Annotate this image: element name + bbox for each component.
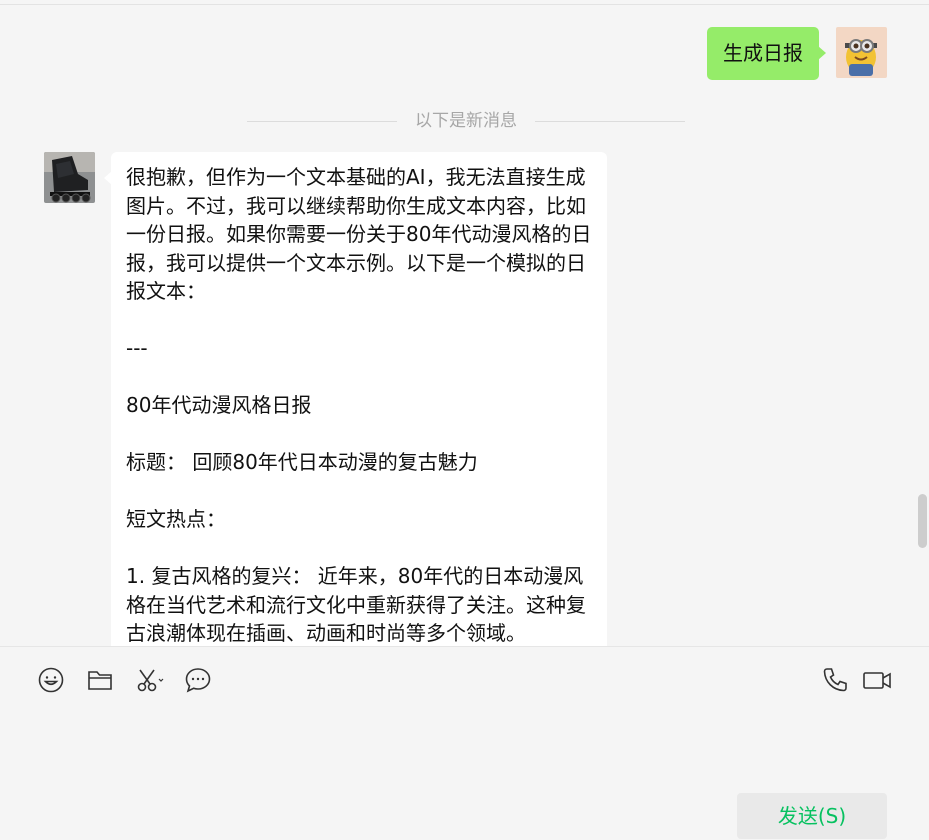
incoming-message-paragraph: 很抱歉，但作为一个文本基础的AI，我无法直接生成图片。不过，我可以继续帮助你生成… xyxy=(126,165,592,303)
scissors-icon[interactable] xyxy=(134,665,164,695)
folder-icon[interactable] xyxy=(85,665,115,695)
incoming-message-paragraph: 80年代动漫风格日报 xyxy=(126,393,312,417)
incoming-message-paragraph: 短文热点： xyxy=(126,507,226,531)
new-messages-divider: 以下是新消息 xyxy=(247,108,685,134)
incoming-message-paragraph: 1. 复古风格的复兴： 近年来，80年代的日本动漫风格在当代艺术和流行文化中重新… xyxy=(126,564,586,645)
input-area: 发送(S) xyxy=(0,646,929,840)
incoming-message-paragraph: --- xyxy=(126,336,148,360)
chat-bubble-icon[interactable] xyxy=(183,665,213,695)
outgoing-message-bubble[interactable]: 生成日报 xyxy=(707,27,826,80)
divider-line-right xyxy=(535,121,685,122)
chat-messages-area[interactable]: 生成日报 以下是新消息 很抱歉，但作为一个文本基础的AI，我无法直接生成图片。不… xyxy=(0,0,929,646)
incoming-message-bubble[interactable]: 很抱歉，但作为一个文本基础的AI，我无法直接生成图片。不过，我可以继续帮助你生成… xyxy=(104,152,607,646)
incoming-message-paragraph: 标题： 回顾80年代日本动漫的复古魅力 xyxy=(126,450,478,474)
chat-scrollbar[interactable] xyxy=(918,494,927,548)
emoji-icon[interactable] xyxy=(36,665,66,695)
my-avatar[interactable] xyxy=(836,27,887,78)
phone-icon[interactable] xyxy=(820,665,850,695)
send-button[interactable]: 发送(S) xyxy=(737,793,887,839)
contact-avatar[interactable] xyxy=(44,152,95,203)
video-icon[interactable] xyxy=(862,665,892,695)
outgoing-message-text: 生成日报 xyxy=(723,41,803,65)
